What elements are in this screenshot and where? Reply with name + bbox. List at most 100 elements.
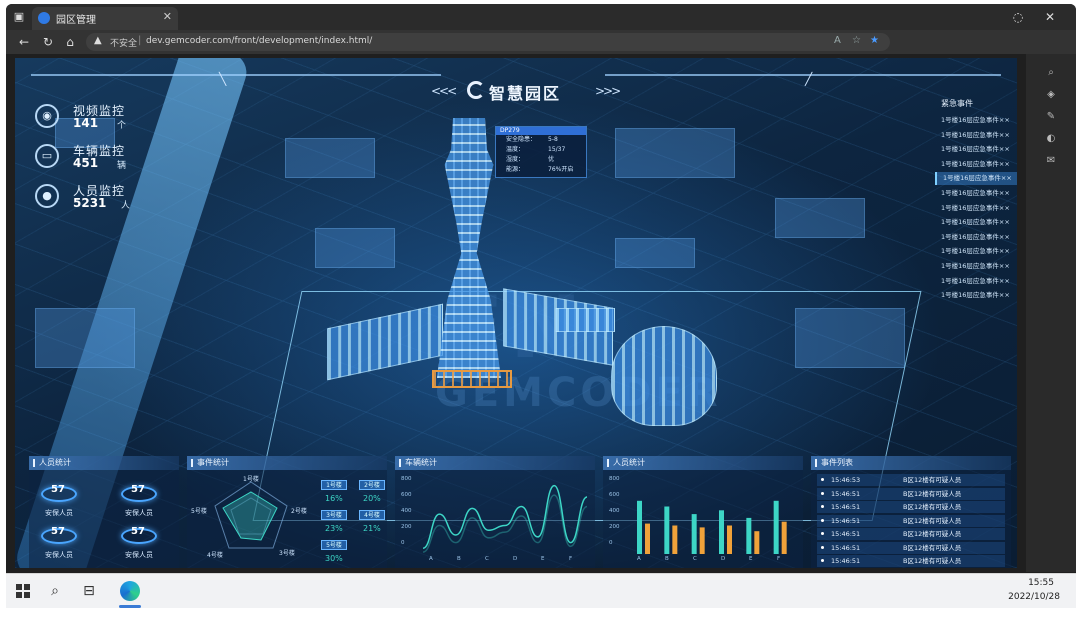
clock-time[interactable]: 15:55 — [1028, 578, 1054, 588]
event-time: 15:46:51 — [831, 557, 861, 565]
event-list-row[interactable]: 15:46:51 B区12楼有可疑人员 — [817, 555, 1005, 567]
building-badge: 2号楼 — [359, 480, 385, 490]
popup-key: 安全隐患： — [506, 136, 537, 143]
browser-tab[interactable]: 园区管理 ✕ — [32, 7, 178, 30]
ring-value: 57 — [131, 526, 145, 537]
bar — [746, 517, 752, 554]
people-stats-panel: 人员统计 57 安保人员 57 安保人员 57 安保人员 57 安保人员 — [29, 456, 179, 568]
event-time: 15:46:51 — [831, 543, 861, 552]
event-text: B区12楼有可疑人员 — [903, 503, 962, 511]
emergency-event-item[interactable]: 1号楼16层应急事件×× — [935, 231, 1017, 244]
ring-label: 安保人员 — [125, 551, 153, 559]
warning-icon: ▲ — [94, 35, 102, 46]
building-badge: 4号楼 — [359, 510, 385, 520]
event-list-row[interactable]: 15:46:51 B区12楼有可疑人员 — [817, 487, 1005, 500]
panel-header: 事件统计 — [187, 456, 387, 470]
bullet-icon — [821, 545, 824, 549]
stat-value: 5231 — [73, 196, 107, 210]
panel-header: 车辆统计 — [395, 456, 595, 470]
back-icon[interactable]: ← — [16, 34, 32, 50]
radar-chart — [214, 481, 288, 549]
city-block — [315, 228, 395, 268]
person-icon: ● — [35, 184, 59, 208]
title-line-left — [31, 74, 441, 76]
tab-actions-icon[interactable]: ▣ — [12, 10, 26, 24]
event-list-row[interactable]: 15:46:51 B区12楼有可疑人员 — [817, 528, 1005, 540]
x-tick-label: C — [693, 556, 697, 562]
translate-icon[interactable]: ☆ — [852, 35, 861, 46]
building-percent: 23% — [325, 524, 343, 533]
event-list-row[interactable]: 15:46:51 B区12楼有可疑人员 — [817, 501, 1005, 513]
favorite-star-icon[interactable]: ★ — [870, 35, 879, 46]
panel-title: 事件统计 — [197, 458, 229, 467]
edge-browser-icon[interactable] — [120, 581, 140, 601]
office-icon[interactable]: ◐ — [1044, 132, 1058, 146]
event-list-row[interactable]: 15:46:51 B区12楼有可疑人员 — [817, 514, 1005, 527]
url-separator: | — [138, 35, 142, 46]
emergency-event-item[interactable]: 1号楼16层应急事件×× — [935, 245, 1017, 258]
emergency-event-item[interactable]: 1号楼16层应急事件×× — [935, 260, 1017, 273]
building-percent: 30% — [325, 554, 343, 563]
popup-value: 76%开启 — [548, 166, 574, 173]
page-title: 智慧园区 — [457, 80, 593, 103]
emergency-event-item[interactable]: 1号楼16层应急事件×× — [935, 275, 1017, 288]
popup-header: DP279 — [496, 127, 586, 135]
outlook-icon[interactable]: ✉ — [1044, 154, 1058, 168]
building-percent: 20% — [363, 494, 381, 503]
chevrons-right-icon: >>> — [595, 84, 621, 98]
popup-value: 5-8 — [548, 136, 558, 143]
stat-unit: 个 — [117, 121, 127, 131]
tools-icon[interactable]: ✎ — [1044, 110, 1058, 124]
event-text: B区12楼有可疑人员 — [903, 516, 962, 525]
read-aloud-icon[interactable]: A — [834, 35, 841, 46]
emergency-event-item[interactable]: 1号楼16层应急事件×× — [935, 114, 1017, 127]
bar — [781, 521, 787, 554]
panel-header: 人员统计 — [29, 456, 179, 470]
popup-value: 15/37 — [548, 146, 566, 153]
panel-title: 人员统计 — [39, 458, 71, 467]
emergency-event-item[interactable]: 1号楼16层应急事件×× — [935, 172, 1017, 186]
radar-label: 5号楼 — [191, 508, 207, 515]
camera-icon: ◉ — [35, 104, 59, 128]
emergency-event-item[interactable]: 1号楼16层应急事件×× — [935, 289, 1017, 302]
bar — [664, 506, 670, 554]
incident-stats-panel: 事件统计 1号楼 2号楼 3号楼 4号楼 5号楼 1号楼 16% 2号楼 20%… — [187, 456, 387, 568]
home-icon[interactable]: ⌂ — [62, 34, 78, 50]
vehicle-line-chart — [423, 484, 587, 553]
city-block — [775, 198, 865, 238]
clock-date[interactable]: 2022/10/28 — [1008, 592, 1060, 602]
emergency-event-item[interactable]: 1号楼16层应急事件×× — [935, 129, 1017, 142]
y-tick-label: 200 — [401, 524, 412, 530]
shopping-icon[interactable]: ◈ — [1044, 88, 1058, 102]
event-text: B区12楼有可疑人员 — [903, 476, 962, 484]
panel-marker — [815, 459, 817, 467]
city-block — [35, 308, 135, 368]
emergency-event-item[interactable]: 1号楼16层应急事件×× — [935, 202, 1017, 215]
address-bar[interactable]: ▲ 不安全 | dev.gemcoder.com/front/developme… — [86, 33, 890, 51]
emergency-event-item[interactable]: 1号楼16层应急事件×× — [935, 216, 1017, 229]
search-icon[interactable]: ⌕ — [46, 582, 64, 600]
search-icon[interactable]: ⌕ — [1044, 66, 1058, 80]
tab-close-icon[interactable]: ✕ — [163, 10, 172, 23]
windows-start-icon[interactable] — [16, 584, 30, 598]
x-tick-label: A — [429, 556, 433, 562]
emergency-event-item[interactable]: 1号楼16层应急事件×× — [935, 158, 1017, 171]
stat-video: ◉ 视频监控 141 个 — [35, 102, 155, 132]
refresh-icon[interactable]: ↻ — [40, 34, 56, 50]
x-tick-label: E — [541, 556, 545, 562]
emergency-event-item[interactable]: 1号楼16层应急事件×× — [935, 187, 1017, 200]
building-badge: 1号楼 — [321, 480, 347, 490]
x-tick-label: A — [637, 556, 641, 562]
close-window-icon[interactable]: ✕ — [1042, 9, 1058, 25]
emergency-event-item[interactable]: 1号楼16层应急事件×× — [935, 143, 1017, 156]
tower-base-highlight — [432, 370, 512, 388]
event-list-row[interactable]: 15:46:53 B区12楼有可疑人员 — [817, 474, 1005, 486]
event-list-row[interactable]: 15:46:51 B区12楼有可疑人员 — [817, 541, 1005, 554]
popup-value: 优 — [548, 156, 555, 163]
panel-title: 人员统计 — [613, 458, 645, 467]
task-view-icon[interactable]: ⊟ — [80, 582, 98, 600]
y-tick-label: 800 — [401, 476, 412, 482]
popup-key: 能源： — [506, 166, 525, 173]
restore-icon[interactable]: ◌ — [1010, 9, 1026, 25]
ring-label: 安保人员 — [45, 551, 73, 559]
